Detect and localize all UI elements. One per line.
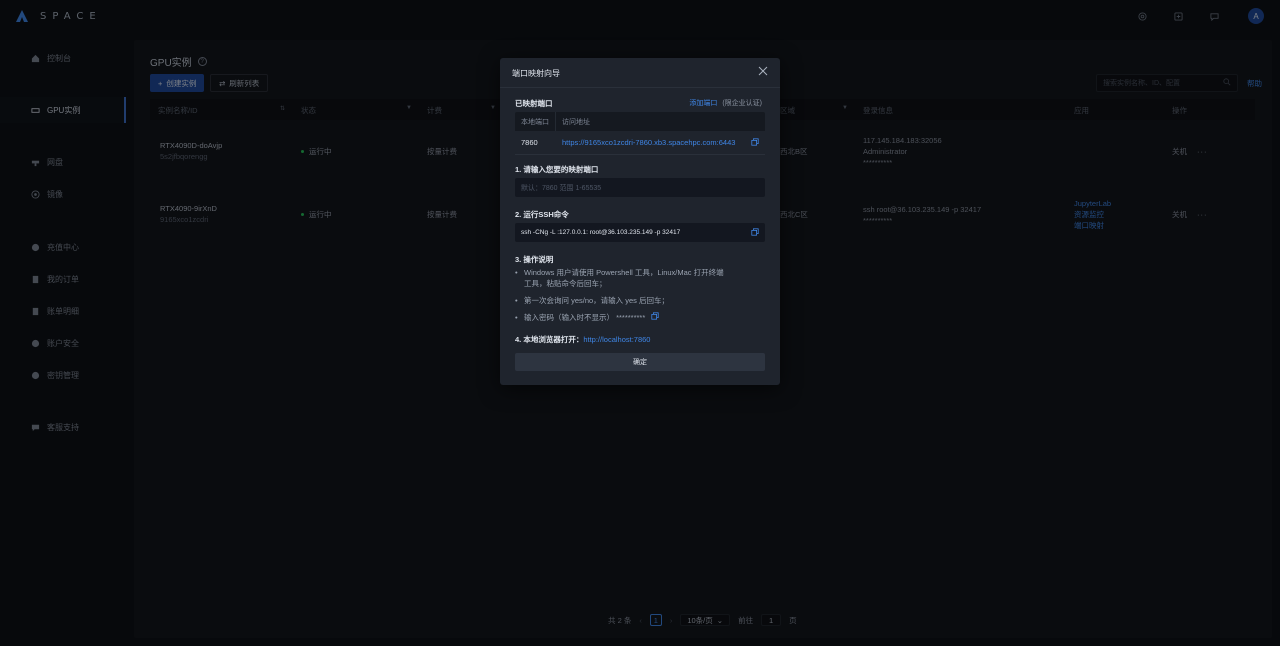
add-port-note: (限企业认证) [722, 100, 762, 107]
instruction-text: 第一次会询问 yes/no，请输入 yes 后回车； [524, 296, 670, 305]
dialog-title: 端口映射向导 [512, 69, 560, 78]
local-port-value: 7860 [521, 137, 538, 147]
access-url-cell: https://9165xco1zcdri-7860.xb3.spacehpc.… [555, 131, 765, 153]
port-input[interactable]: 默认：7860 范围 1-65535 [515, 178, 765, 197]
list-item: • Windows 用户请使用 Powershell 工具，Linux/Mac 打… [515, 268, 724, 288]
localhost-link[interactable]: http://localhost:7860 [583, 335, 650, 344]
confirm-button[interactable]: 确定 [515, 353, 765, 371]
port-table-row: 7860 https://9165xco1zcdri-7860.xb3.spac… [515, 131, 765, 153]
app-root: SPACE A 控制台 GPU实例 网盘 镜像 充值中心 我的订单 账单明细 账… [0, 0, 1280, 646]
step1-label: 1. 请输入您要的映射端口 [515, 165, 599, 174]
port-input-placeholder: 默认：7860 范围 1-65535 [521, 184, 602, 192]
step4-label: 4. 本地浏览器打开： [515, 335, 584, 344]
list-item: • 输入密码（输入时不显示） ********** [515, 312, 765, 323]
instruction-text: Windows 用户请使用 Powershell 工具，Linux/Mac 打开… [524, 268, 724, 288]
port-mapping-dialog: 端口映射向导 已映射端口 添加端口 (限企业认证) 本地端口 访问地址 7860… [500, 58, 780, 385]
step3-label: 3. 操作说明 [515, 255, 554, 264]
step4-row: 4. 本地浏览器打开：http://localhost:7860 [515, 334, 650, 345]
close-icon[interactable] [758, 66, 768, 76]
column-header-url: 访问地址 [555, 112, 765, 131]
column-header-local-port: 本地端口 [521, 118, 549, 126]
add-port-row: 添加端口 (限企业认证) [689, 98, 762, 108]
port-table-header: 本地端口 访问地址 [515, 112, 765, 131]
divider [515, 154, 765, 155]
add-port-link[interactable]: 添加端口 [689, 100, 717, 107]
copy-icon[interactable] [751, 138, 759, 146]
ssh-command-field[interactable]: ssh -CNg -L :127.0.0.1: root@36.103.235.… [515, 223, 765, 242]
port-table: 本地端口 访问地址 7860 https://9165xco1zcdri-786… [515, 112, 765, 153]
step2-label: 2. 运行SSH命令 [515, 210, 569, 219]
instruction-text: 输入密码（输入时不显示） ********** [524, 313, 646, 322]
divider [500, 87, 780, 88]
copy-icon[interactable] [751, 227, 759, 238]
copy-icon[interactable] [651, 312, 659, 323]
mapped-ports-label: 已映射端口 [515, 99, 553, 108]
access-url-link[interactable]: https://9165xco1zcdri-7860.xb3.spacehpc.… [562, 138, 735, 147]
ssh-command-text: ssh -CNg -L :127.0.0.1: root@36.103.235.… [521, 229, 681, 236]
list-item: • 第一次会询问 yes/no，请输入 yes 后回车； [515, 295, 765, 306]
